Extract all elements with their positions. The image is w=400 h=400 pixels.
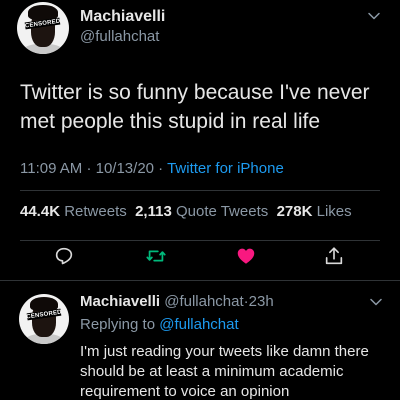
quotes-count: 2,113 bbox=[135, 203, 172, 220]
chevron-down-icon[interactable] bbox=[368, 294, 384, 310]
tweet-source[interactable]: Twitter for iPhone bbox=[167, 160, 284, 177]
replying-to-handle[interactable]: @fullahchat bbox=[159, 316, 238, 333]
likes-stat[interactable]: 278K Likes bbox=[277, 203, 352, 220]
chevron-down-icon[interactable] bbox=[366, 8, 382, 24]
author-handle[interactable]: @fullahchat bbox=[80, 28, 159, 45]
censor-label: CENSORED bbox=[24, 17, 62, 29]
tweet-text: Twitter is so funny because I've never m… bbox=[20, 81, 370, 133]
share-icon bbox=[325, 247, 343, 265]
retweets-stat[interactable]: 44.4K Retweets bbox=[20, 203, 127, 220]
reply-author-handle[interactable]: @fullahchat bbox=[164, 293, 243, 310]
meta-separator: · bbox=[86, 160, 92, 177]
like-button[interactable] bbox=[234, 244, 258, 268]
heart-icon bbox=[237, 248, 255, 264]
tweet-date[interactable]: 10/13/20 bbox=[96, 160, 154, 177]
retweet-icon bbox=[146, 250, 166, 262]
likes-label: Likes bbox=[316, 203, 352, 220]
divider bbox=[20, 190, 380, 191]
quotes-label: Quote Tweets bbox=[175, 203, 269, 220]
reply-button[interactable] bbox=[52, 244, 76, 268]
tweet-time[interactable]: 11:09 AM bbox=[20, 160, 82, 177]
meta-separator: · bbox=[158, 160, 164, 177]
retweet-button[interactable] bbox=[144, 244, 168, 268]
divider bbox=[0, 280, 400, 281]
replying-to: Replying to @fullahchat bbox=[80, 316, 239, 333]
share-button[interactable] bbox=[322, 244, 346, 268]
author-name[interactable]: Machiavelli bbox=[80, 8, 165, 26]
reply-header: Machiavelli @fullahchat·23h bbox=[80, 293, 274, 310]
tweet-meta: 11:09 AM · 10/13/20 · Twitter for iPhone bbox=[20, 160, 284, 177]
replying-prefix: Replying to bbox=[80, 316, 156, 333]
retweets-label: Retweets bbox=[64, 203, 127, 220]
reply-age[interactable]: 23h bbox=[249, 293, 274, 310]
reply-text: I'm just reading your tweets like damn t… bbox=[80, 343, 369, 400]
author-avatar[interactable]: CENSORED bbox=[17, 2, 69, 54]
tweet-stats: 44.4K Retweets 2,113 Quote Tweets 278K L… bbox=[20, 203, 352, 220]
reply-author-name[interactable]: Machiavelli bbox=[80, 293, 160, 310]
reply-author-avatar[interactable]: CENSORED bbox=[19, 294, 69, 344]
reply-icon bbox=[55, 247, 73, 265]
retweets-count: 44.4K bbox=[20, 203, 61, 220]
quotes-stat[interactable]: 2,113 Quote Tweets bbox=[135, 203, 268, 220]
divider bbox=[20, 240, 380, 241]
likes-count: 278K bbox=[276, 203, 313, 220]
